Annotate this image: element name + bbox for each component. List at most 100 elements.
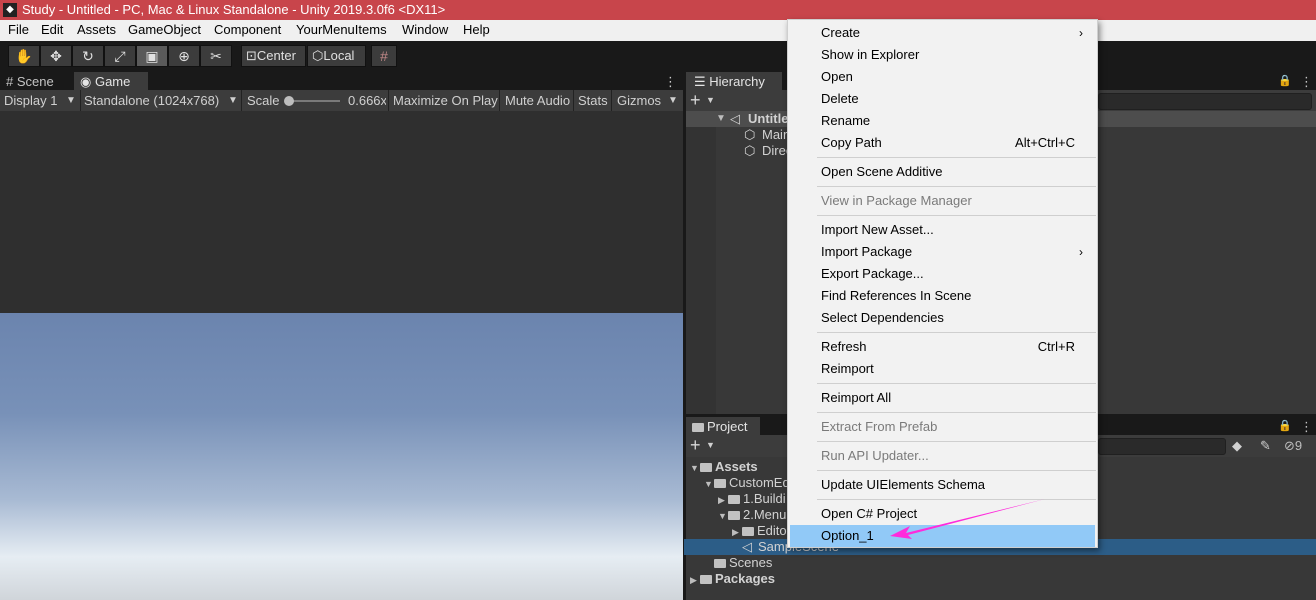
folder-packages[interactable]: ▶ Packages (690, 571, 775, 587)
menu-separator (817, 332, 1096, 333)
hidden-packages-toggle[interactable]: ⊘9 (1284, 435, 1302, 456)
pivot-icon: ⊡ (246, 48, 257, 63)
tab-project[interactable]: Project (686, 417, 760, 436)
chevron-down-icon[interactable]: ▼ (706, 90, 715, 111)
divider (573, 90, 574, 111)
menu-item-update-uielements-schema[interactable]: Update UIElements Schema (821, 475, 1091, 495)
folder-icon (728, 511, 740, 520)
menu-gameobject[interactable]: GameObject (127, 22, 202, 37)
menu-assets[interactable]: Assets (76, 22, 117, 37)
divider (241, 90, 242, 111)
divider (611, 90, 612, 111)
folder-menu[interactable]: ▼ 2.Menu (718, 507, 786, 523)
unity-logo-icon: ◆ (3, 3, 17, 17)
chevron-down-icon: ▼ (66, 95, 76, 106)
resolution-dropdown[interactable]: Standalone (1024x768) (84, 90, 219, 111)
chevron-down-icon[interactable]: ▼ (706, 435, 715, 456)
menu-edit[interactable]: Edit (40, 22, 64, 37)
menu-help[interactable]: Help (462, 22, 491, 37)
scale-slider-thumb[interactable] (284, 96, 294, 106)
chevron-down-icon: ▼ (690, 463, 699, 473)
display-dropdown[interactable]: Display 1 (4, 90, 57, 111)
shortcut-label: Alt+Ctrl+C (1015, 135, 1075, 150)
gizmos-toggle[interactable]: Gizmos (617, 90, 661, 111)
menu-separator (817, 441, 1096, 442)
menu-item-label: Refresh (821, 339, 867, 354)
folder-scenes[interactable]: Scenes (704, 555, 772, 571)
pivot-center-button[interactable]: ⊡Center (241, 45, 306, 67)
menu-item-refresh[interactable]: Refresh Ctrl+R (821, 337, 1091, 357)
menu-item-rename[interactable]: Rename (821, 111, 1091, 131)
folder-icon (728, 495, 740, 504)
tab-game[interactable]: ◉ Game (74, 72, 148, 91)
add-icon[interactable]: + (690, 435, 701, 456)
filter-by-label-icon[interactable]: ✎ (1260, 435, 1271, 456)
transform-tool-icon[interactable]: ⊕ (168, 45, 200, 67)
gameobject-cube-icon: ⬡ (744, 143, 756, 158)
folder-assets[interactable]: ▼ Assets (690, 459, 758, 475)
hierarchy-item-label: Mair (762, 127, 788, 142)
scene-icon: # (6, 74, 14, 89)
tab-scene[interactable]: # Scene (0, 72, 78, 91)
hierarchy-search-input[interactable] (1098, 93, 1312, 110)
menu-bar: File Edit Assets GameObject Component Yo… (0, 20, 1316, 41)
more-options-icon[interactable]: ⋮ (664, 72, 677, 91)
tab-hierarchy-label: Hierarchy (709, 74, 765, 89)
space-local-button[interactable]: ⬡Local (307, 45, 366, 67)
chevron-down-icon[interactable]: ▼ (668, 90, 678, 111)
hand-tool-icon[interactable]: ✋ (8, 45, 40, 67)
more-options-icon[interactable]: ⋮ (1300, 417, 1313, 436)
menu-item-copy-path[interactable]: Copy Path Alt+Ctrl+C (821, 133, 1091, 153)
menu-item-show-in-explorer[interactable]: Show in Explorer (821, 45, 1091, 65)
folder-editor[interactable]: ▶ Edito (732, 523, 787, 539)
menu-item-run-api-updater: Run API Updater... (821, 448, 929, 463)
more-options-icon[interactable]: ⋮ (1300, 72, 1313, 91)
menu-window[interactable]: Window (401, 22, 449, 37)
game-toolbar: Display 1 ▼ Standalone (1024x768) ▼ Scal… (0, 90, 683, 112)
gameobject-cube-icon: ⬡ (744, 127, 756, 142)
folder-label: 2.Menu (743, 507, 787, 522)
menu-yourmenuitems[interactable]: YourMenuItems (295, 22, 388, 37)
menu-item-create[interactable]: Create › (821, 23, 1091, 43)
folder-label: Assets (715, 459, 758, 474)
maximize-on-play-toggle[interactable]: Maximize On Play (393, 90, 498, 111)
folder-customeditor[interactable]: ▼ CustomEd (704, 475, 790, 491)
menu-item-select-dependencies[interactable]: Select Dependencies (821, 308, 1091, 328)
menu-item-import-package[interactable]: Import Package › (821, 242, 1091, 262)
rect-tool-icon[interactable]: ▣ (136, 45, 168, 67)
lock-icon[interactable]: 🔒 (1278, 417, 1292, 436)
menu-item-delete[interactable]: Delete (821, 89, 1091, 109)
folder-icon (700, 463, 712, 472)
game-view-sky[interactable] (0, 313, 683, 600)
lock-icon[interactable]: 🔒 (1278, 72, 1292, 91)
stats-toggle[interactable]: Stats (578, 90, 608, 111)
project-search-input[interactable] (1098, 438, 1226, 455)
tab-hierarchy[interactable]: ☰ Hierarchy (686, 72, 782, 91)
rotate-tool-icon[interactable]: ↻ (72, 45, 104, 67)
add-icon[interactable]: + (690, 90, 701, 111)
menu-file[interactable]: File (7, 22, 30, 37)
menu-item-reimport[interactable]: Reimport (821, 359, 1091, 379)
cube-icon: ⬡ (312, 48, 324, 63)
snap-grid-icon[interactable]: # (371, 45, 397, 67)
menu-item-open[interactable]: Open (821, 67, 1091, 87)
menu-item-open-scene-additive[interactable]: Open Scene Additive (821, 162, 1091, 182)
filter-by-type-icon[interactable]: ◆ (1232, 435, 1242, 456)
menu-component[interactable]: Component (213, 22, 282, 37)
menu-separator (817, 412, 1096, 413)
menu-item-reimport-all[interactable]: Reimport All (821, 388, 1091, 408)
unity-scene-icon: ◁ (730, 111, 740, 126)
menu-separator (817, 383, 1096, 384)
mute-audio-toggle[interactable]: Mute Audio (505, 90, 570, 111)
scale-tool-icon[interactable]: ⤢ (104, 45, 136, 67)
tab-project-label: Project (707, 419, 748, 434)
move-tool-icon[interactable]: ✥ (40, 45, 72, 67)
menu-item-import-new-asset[interactable]: Import New Asset... (821, 220, 1091, 240)
menu-item-find-references[interactable]: Find References In Scene (821, 286, 1091, 306)
custom-tool-icon[interactable]: ✂ (200, 45, 232, 67)
folder-building[interactable]: ▶ 1.Buildi (718, 491, 786, 507)
divider (388, 90, 389, 111)
scale-slider-track[interactable] (288, 100, 340, 102)
folder-label: Packages (715, 571, 775, 586)
menu-item-export-package[interactable]: Export Package... (821, 264, 1091, 284)
